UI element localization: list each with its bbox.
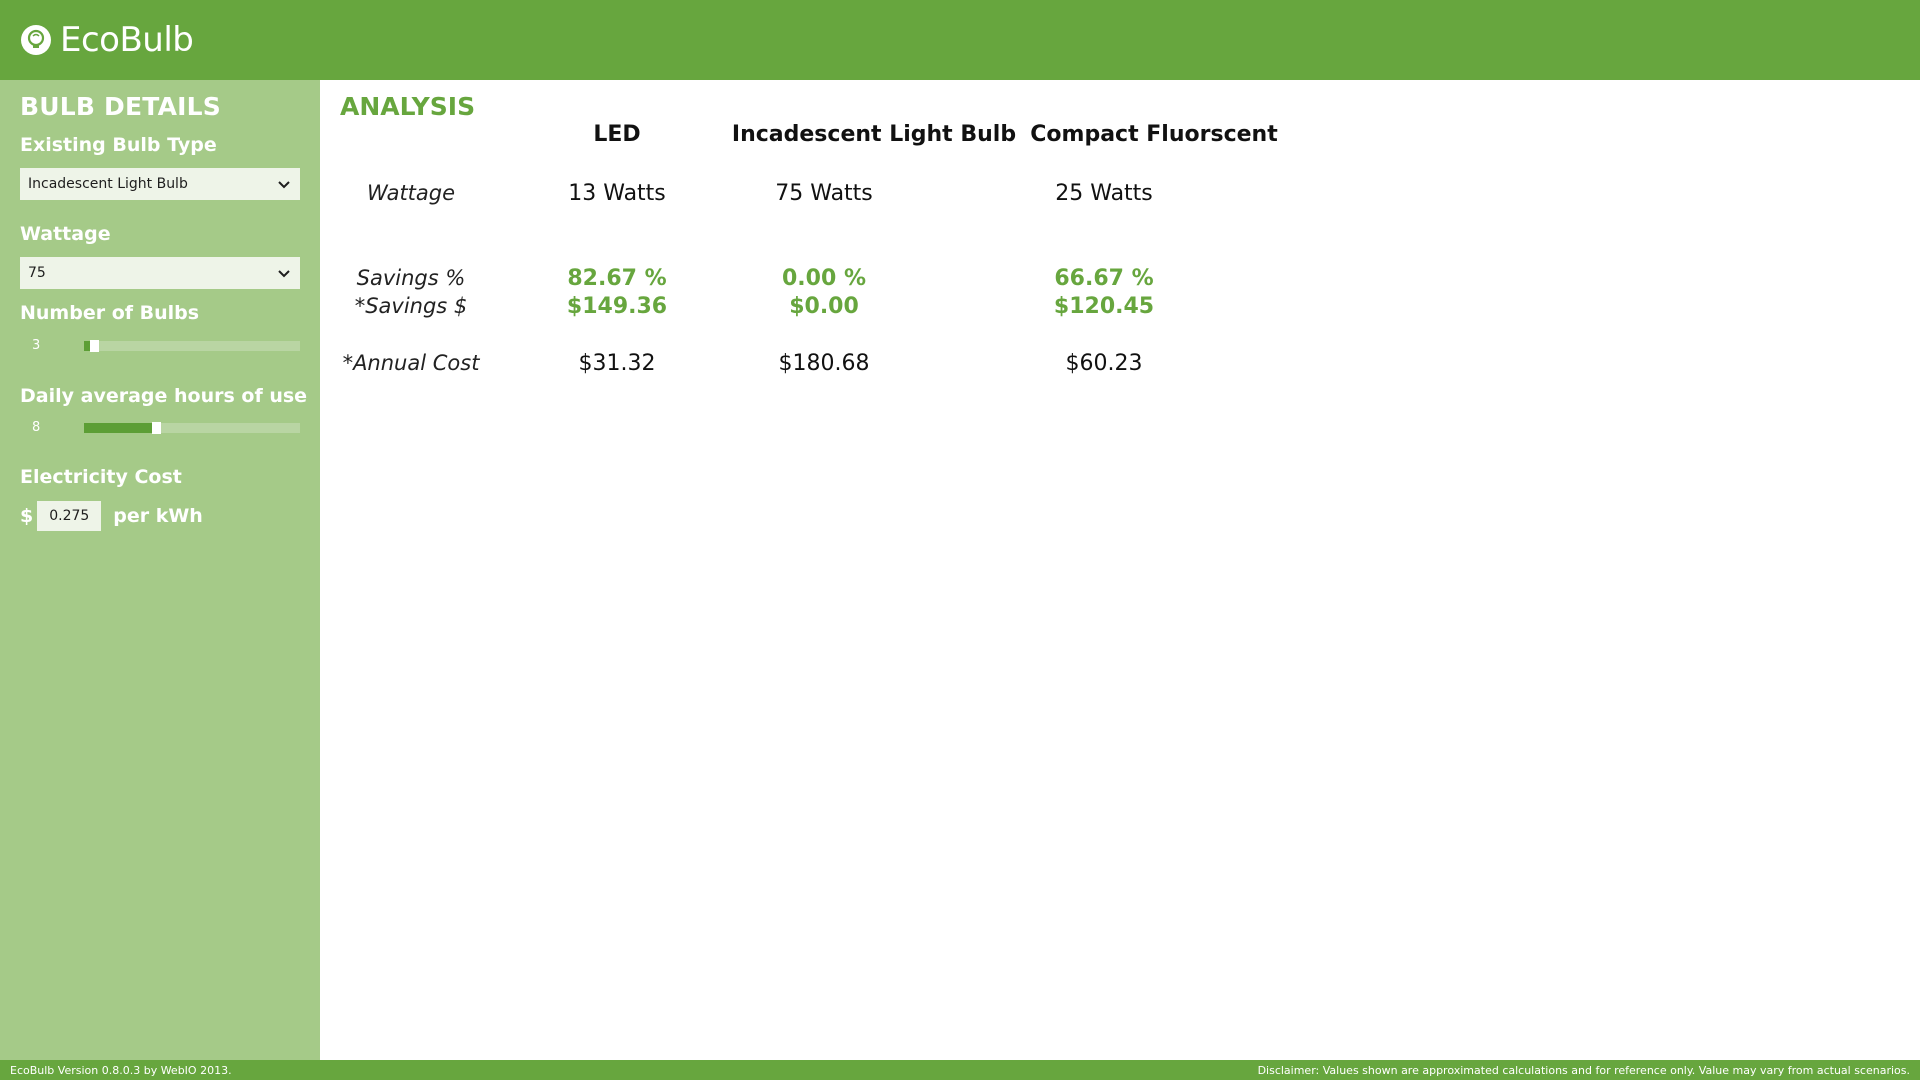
electricity-cost-label: Electricity Cost (20, 466, 182, 488)
cell-savings-pct-incandescent: 0.00 % (782, 266, 866, 291)
cell-savings-pct-led: 82.67 % (567, 266, 667, 291)
num-bulbs-slider-row: 3 (20, 336, 300, 356)
row-label-annual-cost: *Annual Cost (342, 351, 480, 375)
electricity-cost-input[interactable] (37, 501, 102, 531)
daily-hours-slider-thumb[interactable] (152, 422, 161, 434)
row-label-wattage: Wattage (366, 181, 456, 205)
bulb-details-panel: BULB DETAILS Existing Bulb Type Incadesc… (0, 80, 320, 1060)
app-window: EcoBulb BULB DETAILS Existing Bulb Type … (0, 0, 1920, 1080)
bulb-type-select[interactable]: Incadescent Light Bulb (20, 168, 300, 200)
cell-annual-cost-cfl: $60.23 (1065, 351, 1143, 376)
daily-hours-slider-row: 8 (20, 418, 300, 438)
electricity-cost-row: $ per kWh (20, 500, 203, 532)
chevron-down-icon (276, 176, 292, 192)
cell-annual-cost-incandescent: $180.68 (778, 351, 870, 376)
daily-hours-slider[interactable] (84, 422, 300, 434)
column-header-led: LED (593, 122, 641, 147)
row-label-savings-pct: Savings % (356, 266, 466, 290)
status-bar: EcoBulb Version 0.8.0.3 by WebIO 2013. D… (0, 1060, 1920, 1080)
num-bulbs-slider[interactable] (84, 340, 300, 352)
bulb-type-label: Existing Bulb Type (20, 134, 217, 156)
app-title: EcoBulb (60, 20, 194, 60)
num-bulbs-slider-thumb[interactable] (90, 340, 99, 352)
analysis-title: ANALYSIS (340, 92, 476, 121)
cost-unit-label: per kWh (113, 505, 203, 527)
row-label-savings-usd: *Savings $ (354, 294, 468, 318)
cell-savings-usd-cfl: $120.45 (1053, 294, 1155, 319)
currency-symbol: $ (20, 505, 34, 527)
sidebar-title: BULB DETAILS (20, 92, 221, 121)
cell-savings-usd-incandescent: $0.00 (789, 294, 859, 319)
cell-savings-usd-led: $149.36 (566, 294, 668, 319)
cell-savings-pct-cfl: 66.67 % (1054, 266, 1154, 291)
cell-wattage-led: 13 Watts (568, 181, 666, 206)
daily-hours-value: 8 (32, 420, 41, 435)
wattage-value: 75 (28, 265, 46, 281)
app-header: EcoBulb (0, 0, 1920, 80)
num-bulbs-label: Number of Bulbs (20, 302, 200, 324)
version-text: EcoBulb Version 0.8.0.3 by WebIO 2013. (10, 1063, 232, 1077)
cell-wattage-incandescent: 75 Watts (775, 181, 873, 206)
cell-wattage-cfl: 25 Watts (1055, 181, 1153, 206)
analysis-panel: ANALYSIS LED Incadescent Light Bulb Comp… (320, 80, 1920, 1060)
bulb-icon (20, 24, 52, 56)
daily-hours-label: Daily average hours of use (20, 385, 308, 407)
cell-annual-cost-led: $31.32 (578, 351, 656, 376)
column-header-cfl: Compact Fluorscent (1030, 122, 1278, 147)
disclaimer-text: Disclaimer: Values shown are approximate… (1257, 1063, 1910, 1077)
chevron-down-icon (276, 265, 292, 281)
wattage-select[interactable]: 75 (20, 257, 300, 289)
num-bulbs-value: 3 (32, 338, 41, 353)
daily-hours-slider-fill (84, 423, 152, 433)
wattage-label: Wattage (20, 223, 111, 245)
bulb-type-value: Incadescent Light Bulb (28, 176, 188, 192)
